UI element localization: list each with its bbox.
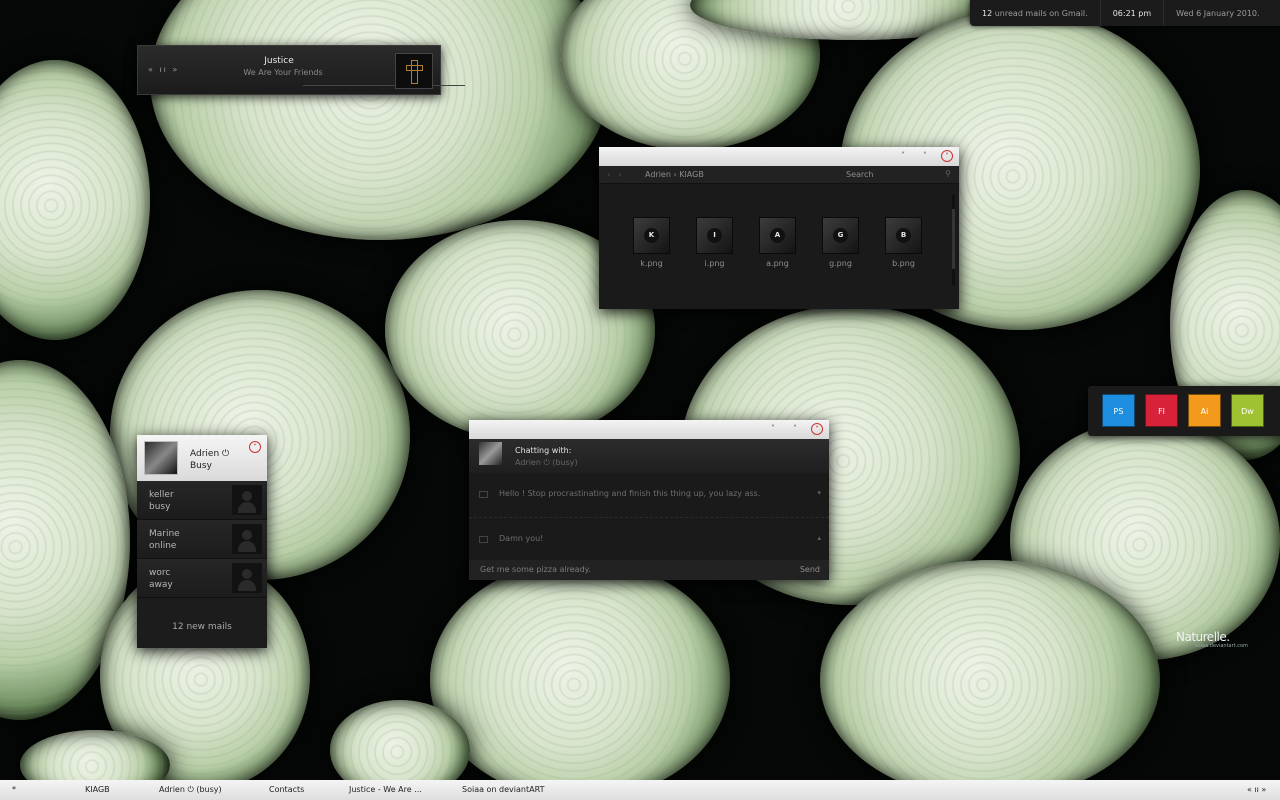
file-name: a.png <box>766 259 789 268</box>
media-controls[interactable]: « ıı » <box>1247 785 1266 794</box>
photoshop-app-icon[interactable]: PS <box>1102 394 1135 427</box>
start-button[interactable]: * <box>12 785 16 794</box>
file-name: k.png <box>640 259 663 268</box>
chat-message: Hello ! Stop procrastinating and finish … <box>469 473 829 518</box>
avatar[interactable] <box>479 442 502 465</box>
chevron-up-icon[interactable]: ▴ <box>817 534 821 542</box>
file-name: g.png <box>829 259 852 268</box>
progress-bar[interactable] <box>303 85 465 86</box>
contact-state: online <box>149 541 177 551</box>
maximize-button[interactable]: ˄ <box>789 423 801 435</box>
illustrator-app-icon[interactable]: Ai <box>1188 394 1221 427</box>
contacts-header: Adrien ⏻ Busy ˅ <box>137 435 267 481</box>
music-player: « ıı » Justice We Are Your Friends <box>137 45 465 95</box>
avatar[interactable] <box>144 441 178 475</box>
envelope-icon <box>479 536 488 543</box>
back-icon[interactable]: ‹ <box>607 170 618 179</box>
taskbar-item[interactable]: Contacts <box>269 785 304 794</box>
message-text: Hello ! Stop procrastinating and finish … <box>499 489 761 498</box>
contact-avatar-icon <box>232 524 262 554</box>
chat-partner: Adrien ⏻ (busy) <box>515 458 578 467</box>
image-file-icon: A <box>759 217 796 254</box>
mail-notification[interactable]: 12 unread mails on Gmail. <box>970 9 1100 18</box>
forward-icon[interactable]: › <box>618 170 629 179</box>
watermark: Naturelle. <box>1176 630 1230 644</box>
contact-row[interactable]: Marine online <box>137 520 267 559</box>
file-item[interactable]: B b.png <box>885 217 922 268</box>
file-item[interactable]: G g.png <box>822 217 859 268</box>
contact-name: worc <box>149 568 171 578</box>
maximize-button[interactable]: ˄ <box>919 150 931 162</box>
track-title: We Are Your Friends <box>243 68 323 77</box>
file-item[interactable]: I i.png <box>696 217 733 268</box>
nav-buttons[interactable]: ‹› <box>607 170 629 179</box>
titlebar[interactable]: ˅ ˄ ˅ <box>469 420 829 439</box>
user-status[interactable]: Busy <box>190 461 212 471</box>
clock-date: Wed 6 January 2010. <box>1176 8 1260 18</box>
chevron-down-icon[interactable]: ▾ <box>817 489 821 497</box>
contacts-panel: Adrien ⏻ Busy ˅ keller busy Marine onlin… <box>137 435 267 648</box>
message-input[interactable]: Get me some pizza already. <box>480 565 591 574</box>
watermark-subtext: soiaa.deviantart.com <box>1195 643 1248 649</box>
chat-header: Chatting with: Adrien ⏻ (busy) <box>469 439 829 473</box>
contact-avatar-icon <box>232 485 262 515</box>
file-item[interactable]: K k.png <box>633 217 670 268</box>
taskbar-item[interactable]: Soiaa on deviantART <box>462 785 544 794</box>
dreamweaver-app-icon[interactable]: Dw <box>1231 394 1264 427</box>
file-grid: K k.png I i.png A a.png G g.png B b.png <box>633 217 922 268</box>
minimize-button[interactable]: ˅ <box>767 423 779 435</box>
image-file-icon: I <box>696 217 733 254</box>
image-file-icon: B <box>885 217 922 254</box>
send-button[interactable]: Send <box>800 565 820 574</box>
taskbar-item[interactable]: Adrien ⏻ (busy) <box>159 785 222 795</box>
desktop: 12 unread mails on Gmail. 06:21 pm Wed 6… <box>0 0 1280 800</box>
image-file-icon: G <box>822 217 859 254</box>
unread-count: 12 <box>982 8 993 18</box>
chat-message: Damn you! ▴ <box>469 518 829 563</box>
playback-controls[interactable]: « ıı » <box>148 65 179 74</box>
image-file-icon: K <box>633 217 670 254</box>
clock-time: 06:21 pm <box>1112 8 1152 18</box>
taskbar: * KIAGB Adrien ⏻ (busy) Contacts Justice… <box>0 780 1280 800</box>
close-button[interactable]: ˅ <box>941 150 953 162</box>
titlebar[interactable]: ˅ ˄ ˅ <box>599 147 959 166</box>
user-name: Adrien ⏻ <box>190 449 230 459</box>
album-art <box>395 53 433 89</box>
contact-state: away <box>149 580 173 590</box>
new-mails-link[interactable]: 12 new mails <box>137 622 267 632</box>
contact-row[interactable]: keller busy <box>137 481 267 520</box>
contact-avatar-icon <box>232 563 262 593</box>
path-bar: ‹› Adrien › KIAGB Search ⚲ <box>599 166 959 184</box>
search-icon[interactable]: ⚲ <box>945 169 951 178</box>
file-explorer-window: ˅ ˄ ˅ ‹› Adrien › KIAGB Search ⚲ K k.png… <box>599 147 959 309</box>
file-name: b.png <box>892 259 915 268</box>
search-input[interactable]: Search <box>846 170 873 179</box>
file-name: i.png <box>704 259 725 268</box>
minimize-button[interactable]: ˅ <box>897 150 909 162</box>
track-artist: Justice <box>264 56 294 66</box>
envelope-icon <box>479 491 488 498</box>
cross-bar <box>406 65 423 71</box>
close-button[interactable]: ˅ <box>249 441 261 453</box>
cross-icon <box>411 60 418 84</box>
breadcrumb[interactable]: Adrien › KIAGB <box>645 170 704 179</box>
chat-title: Chatting with: <box>515 446 572 455</box>
message-input-row: Get me some pizza already. Send <box>469 560 829 580</box>
file-item[interactable]: A a.png <box>759 217 796 268</box>
app-dock: PS Fl Ai Dw <box>1088 386 1280 436</box>
unread-text: unread mails on Gmail. <box>994 8 1088 18</box>
taskbar-item[interactable]: KIAGB <box>85 785 110 794</box>
flash-app-icon[interactable]: Fl <box>1145 394 1178 427</box>
contact-name: keller <box>149 490 174 500</box>
contact-state: busy <box>149 502 171 512</box>
message-text: Damn you! <box>499 534 544 543</box>
contact-name: Marine <box>149 529 180 539</box>
top-status-bar: 12 unread mails on Gmail. 06:21 pm Wed 6… <box>970 0 1280 26</box>
taskbar-item[interactable]: Justice - We Are ... <box>349 785 422 794</box>
scrollbar[interactable] <box>952 195 955 285</box>
contact-row[interactable]: worc away <box>137 559 267 598</box>
close-button[interactable]: ˅ <box>811 423 823 435</box>
chat-window: ˅ ˄ ˅ Chatting with: Adrien ⏻ (busy) Hel… <box>469 420 829 580</box>
